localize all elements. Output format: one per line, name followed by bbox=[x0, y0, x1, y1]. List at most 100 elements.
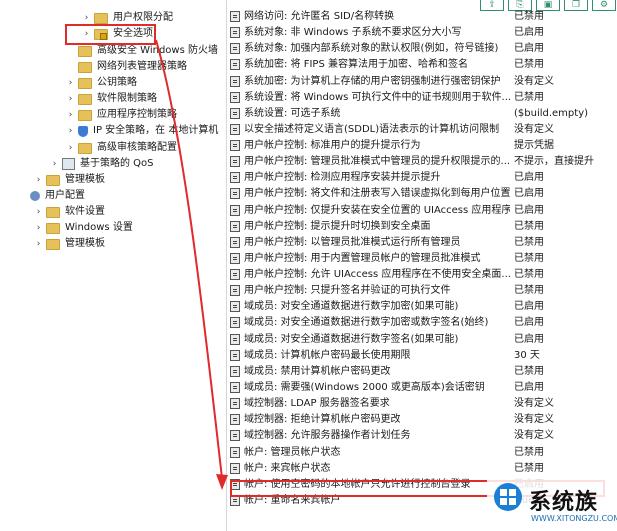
expand-arrow-icon[interactable]: › bbox=[34, 172, 43, 188]
selection-highlight-box bbox=[65, 24, 156, 45]
policy-icon bbox=[230, 11, 240, 22]
expand-arrow-icon[interactable]: › bbox=[34, 220, 43, 236]
policy-setting: 已禁用 bbox=[514, 269, 544, 281]
policy-row[interactable]: 域成员: 计算机帐户密码最长使用期限 30 天 bbox=[228, 348, 617, 364]
tree-item[interactable]: 高级安全 Windows 防火墙 bbox=[66, 43, 218, 59]
policy-row[interactable]: 用户帐户控制: 以管理员批准模式运行所有管理员 已禁用 bbox=[228, 235, 617, 251]
tree-item[interactable]: › 基于策略的 QoS bbox=[50, 156, 154, 172]
policy-setting: 已禁用 bbox=[514, 285, 544, 297]
tree-item[interactable]: › 应用程序控制策略 bbox=[66, 107, 177, 123]
policy-setting: 已启用 bbox=[514, 204, 544, 216]
policy-name: 用户帐户控制: 以管理员批准模式运行所有管理员 bbox=[244, 236, 461, 248]
policy-setting: 已启用 bbox=[514, 172, 544, 184]
policy-row[interactable]: 域成员: 需要强(Windows 2000 或更高版本)会话密钥 已启用 bbox=[228, 380, 617, 396]
policy-icon bbox=[230, 236, 240, 248]
tree-item[interactable]: › 公钥策略 bbox=[66, 75, 137, 91]
policy-setting: 不提示，直接提升 bbox=[514, 156, 594, 168]
tree-item[interactable]: › Windows 设置 bbox=[34, 220, 133, 236]
policy-icon bbox=[230, 172, 240, 184]
folder-icon bbox=[78, 142, 92, 154]
policy-setting: 没有定义 bbox=[514, 398, 554, 410]
policy-row[interactable]: 系统对象: 非 Windows 子系统不要求区分大小写 已启用 bbox=[228, 25, 617, 41]
tree-item[interactable]: 用户配置 bbox=[18, 188, 85, 204]
policy-setting: 已禁用 bbox=[514, 365, 544, 377]
policy-row[interactable]: 网络访问: 允许匿名 SID/名称转换 已禁用 bbox=[228, 9, 617, 25]
policy-row[interactable]: 系统对象: 加强内部系统对象的默认权限(例如，符号链接) 已启用 bbox=[228, 41, 617, 57]
expand-arrow-icon[interactable]: › bbox=[66, 140, 75, 156]
tree-item-label: Windows 设置 bbox=[65, 222, 133, 233]
policy-row[interactable]: 帐户: 来宾帐户状态 已禁用 bbox=[228, 461, 617, 477]
shield-icon bbox=[78, 125, 88, 137]
policy-icon bbox=[230, 220, 240, 232]
folder-icon bbox=[78, 109, 92, 121]
policy-row[interactable]: 域控制器: 允许服务器操作者计划任务 没有定义 bbox=[228, 428, 617, 444]
policy-setting: ($build.empty) bbox=[514, 107, 589, 119]
policy-icon bbox=[230, 365, 240, 377]
policy-setting: 30 天 bbox=[514, 349, 540, 361]
policy-row[interactable]: 域成员: 对安全通道数据进行数字加密或数字签名(始终) 已启用 bbox=[228, 315, 617, 331]
tree-item[interactable]: › 管理模板 bbox=[34, 172, 105, 188]
tree-item[interactable]: › 高级审核策略配置 bbox=[66, 140, 177, 156]
policy-row[interactable]: 系统加密: 将 FIPS 兼容算法用于加密、哈希和签名 已禁用 bbox=[228, 57, 617, 73]
policy-setting: 已启用 bbox=[514, 27, 544, 39]
policy-icon bbox=[230, 156, 240, 168]
policy-name: 域成员: 禁用计算机帐户密码更改 bbox=[244, 365, 391, 377]
tree-item[interactable]: › IP 安全策略，在 本地计算机 bbox=[66, 123, 218, 139]
policy-name: 用户帐户控制: 仅提升安装在安全位置的 UIAccess 应用程序 bbox=[244, 204, 510, 216]
policy-row[interactable]: 用户帐户控制: 将文件和注册表写入错误虚拟化到每用户位置 已启用 bbox=[228, 186, 617, 202]
expand-arrow-icon[interactable]: › bbox=[50, 156, 59, 172]
policy-setting: 已禁用 bbox=[514, 236, 544, 248]
tree-item[interactable]: › 软件限制策略 bbox=[66, 91, 157, 107]
policy-row[interactable]: 域控制器: 拒绝计算机帐户密码更改 没有定义 bbox=[228, 412, 617, 428]
folder-icon bbox=[46, 238, 60, 250]
tree-item[interactable]: › 软件设置 bbox=[34, 204, 105, 220]
pane-divider[interactable] bbox=[226, 0, 227, 531]
policy-icon bbox=[230, 430, 240, 442]
policy-name: 用户帐户控制: 将文件和注册表写入错误虚拟化到每用户位置 bbox=[244, 188, 510, 200]
expand-arrow-icon[interactable]: › bbox=[66, 107, 75, 123]
tree-item[interactable]: › 管理模板 bbox=[34, 236, 105, 252]
policy-icon bbox=[230, 349, 240, 361]
policy-row[interactable]: 以安全描述符定义语言(SDDL)语法表示的计算机访问限制 没有定义 bbox=[228, 122, 617, 138]
policy-setting: 没有定义 bbox=[514, 414, 554, 426]
policy-list: 网络访问: 允许匿名 SID/名称转换 已禁用 系统对象: 非 Windows 子系… bbox=[228, 0, 617, 531]
policy-row[interactable]: 系统设置: 可选子系统 ($build.empty) bbox=[228, 106, 617, 122]
policy-row[interactable]: 用户帐户控制: 用于内置管理员帐户的管理员批准模式 已禁用 bbox=[228, 251, 617, 267]
policy-name: 以安全描述符定义语言(SDDL)语法表示的计算机访问限制 bbox=[244, 123, 500, 135]
policy-row[interactable]: 域成员: 对安全通道数据进行数字加密(如果可能) 已启用 bbox=[228, 299, 617, 315]
tree-item-label: 高级审核策略配置 bbox=[97, 142, 177, 153]
policy-name: 域控制器: 允许服务器操作者计划任务 bbox=[244, 430, 411, 442]
policy-row[interactable]: 用户帐户控制: 提示提升时切换到安全桌面 已禁用 bbox=[228, 219, 617, 235]
policy-row[interactable]: 域成员: 禁用计算机帐户密码更改 已禁用 bbox=[228, 364, 617, 380]
policy-row[interactable]: 用户帐户控制: 允许 UIAccess 应用程序在不使用安全桌面... 已禁用 bbox=[228, 267, 617, 283]
expand-arrow-icon[interactable]: › bbox=[66, 75, 75, 91]
policy-name: 用户帐户控制: 只提升签名并验证的可执行文件 bbox=[244, 285, 451, 297]
expand-arrow-icon[interactable]: › bbox=[34, 204, 43, 220]
expand-arrow-icon[interactable]: › bbox=[34, 236, 43, 252]
policy-name: 用户帐户控制: 用于内置管理员帐户的管理员批准模式 bbox=[244, 252, 481, 264]
folder-icon bbox=[78, 61, 92, 73]
expand-arrow-icon[interactable]: › bbox=[66, 91, 75, 107]
policy-row[interactable]: 用户帐户控制: 检测应用程序安装并提示提升 已启用 bbox=[228, 170, 617, 186]
policy-row[interactable]: 用户帐户控制: 仅提升安装在安全位置的 UIAccess 应用程序 已启用 bbox=[228, 203, 617, 219]
policy-row[interactable]: 系统设置: 将 Windows 可执行文件中的证书规则用于软件... 已禁用 bbox=[228, 90, 617, 106]
tree-item-label: 软件限制策略 bbox=[97, 93, 157, 104]
tree-item[interactable]: 网络列表管理器策略 bbox=[66, 59, 187, 75]
policy-setting: 已启用 bbox=[514, 188, 544, 200]
expand-arrow-icon[interactable]: › bbox=[66, 123, 75, 139]
policy-row[interactable]: 用户帐户控制: 标准用户的提升提示行为 提示凭据 bbox=[228, 138, 617, 154]
policy-row[interactable]: 帐户: 管理员帐户状态 已禁用 bbox=[228, 445, 617, 461]
policy-icon bbox=[230, 285, 240, 297]
chart-icon bbox=[62, 158, 75, 170]
folder-icon bbox=[46, 206, 60, 218]
policy-row[interactable]: 系统加密: 为计算机上存储的用户密钥强制进行强密钥保护 没有定义 bbox=[228, 74, 617, 90]
policy-name: 用户帐户控制: 标准用户的提升提示行为 bbox=[244, 140, 421, 152]
policy-icon bbox=[230, 252, 240, 264]
policy-row[interactable]: 域成员: 对安全通道数据进行数字签名(如果可能) 已启用 bbox=[228, 332, 617, 348]
policy-row[interactable]: 用户帐户控制: 只提升签名并验证的可执行文件 已禁用 bbox=[228, 283, 617, 299]
policy-row[interactable]: 域控制器: LDAP 服务器签名要求 没有定义 bbox=[228, 396, 617, 412]
policy-row[interactable]: 用户帐户控制: 管理员批准模式中管理员的提升权限提示的... 不提示，直接提升 bbox=[228, 154, 617, 170]
tree-item-label: 应用程序控制策略 bbox=[97, 109, 177, 120]
policy-setting: 提示凭据 bbox=[514, 140, 554, 152]
policy-name: 域成员: 对安全通道数据进行数字加密或数字签名(始终) bbox=[244, 317, 489, 329]
